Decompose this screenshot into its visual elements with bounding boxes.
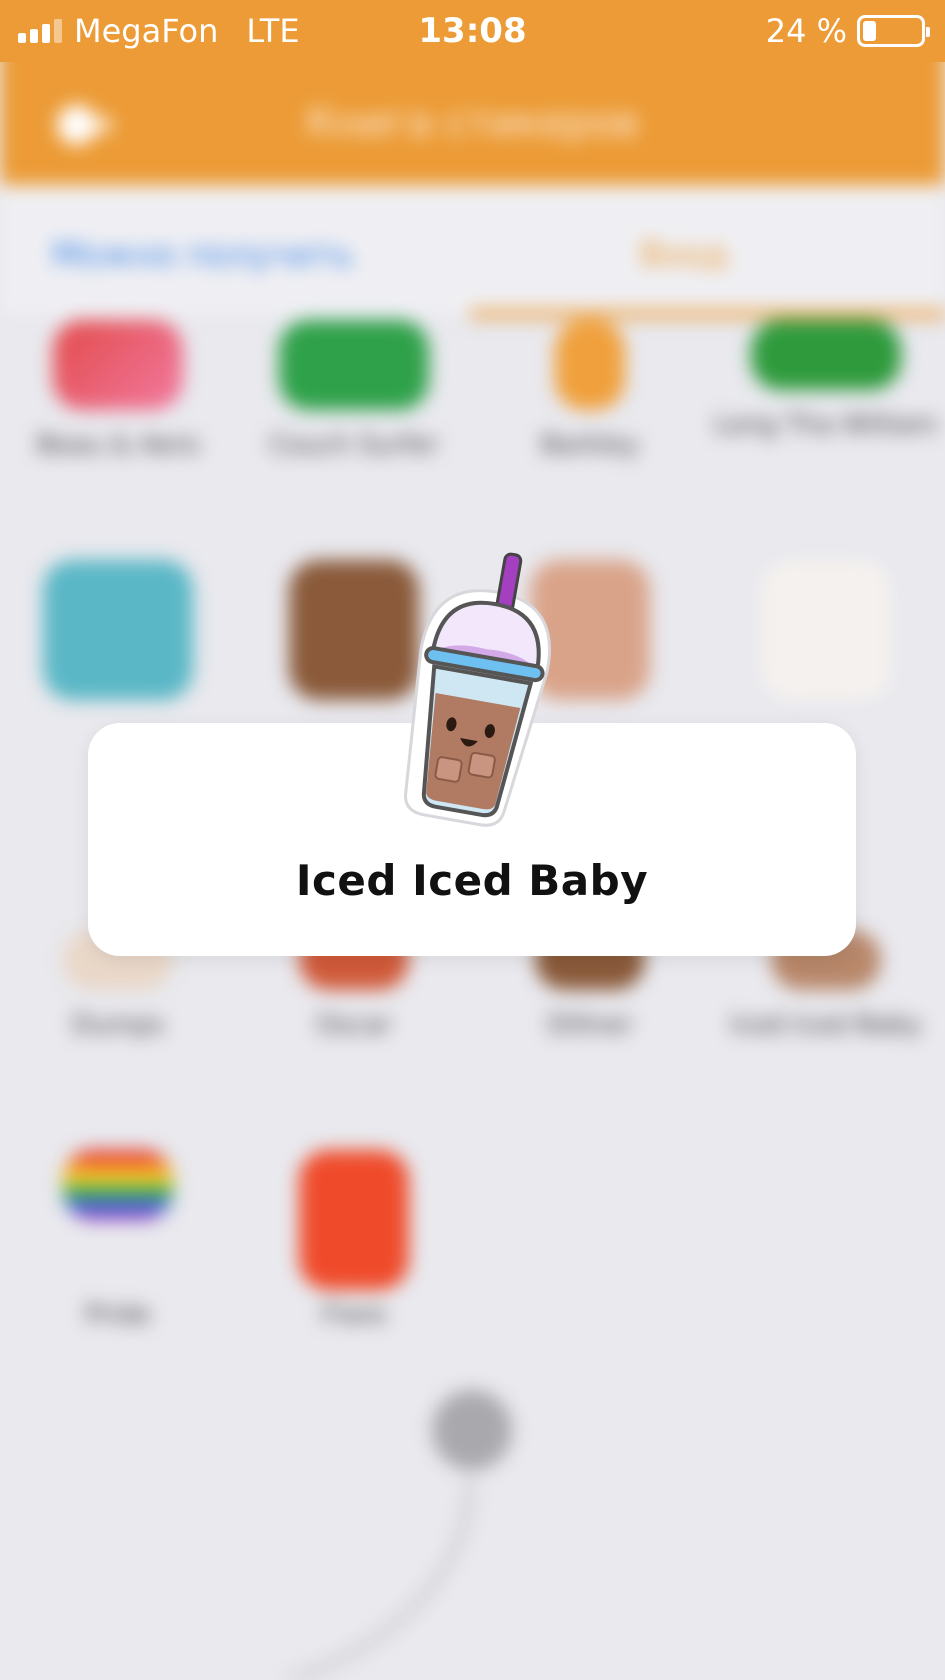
grid-item-label: Oscar bbox=[316, 1010, 392, 1040]
grid-item-label: Flare bbox=[321, 1300, 387, 1330]
grid-item[interactable] bbox=[708, 560, 944, 720]
grid-item-label: Barkley bbox=[540, 430, 640, 460]
grid-item-label: Dumps bbox=[72, 1010, 164, 1040]
page-title: Книга стикеров bbox=[306, 100, 639, 146]
grid-item-label: Beau & Aero bbox=[36, 430, 200, 460]
tab-bar: Можно получить Вход bbox=[0, 185, 945, 318]
status-bar: MegaFon LTE 13:08 24 % bbox=[0, 0, 945, 62]
tab-underline bbox=[470, 310, 945, 318]
grid-item-label: Dillner bbox=[547, 1010, 633, 1040]
grid-item[interactable]: Barkley bbox=[472, 320, 708, 460]
battery-icon bbox=[857, 15, 930, 47]
grid-item[interactable]: Beau & Aero bbox=[0, 320, 236, 460]
progress-node bbox=[432, 1390, 512, 1470]
grid-item[interactable]: Flare bbox=[236, 1150, 472, 1330]
grid-item-label: Long Tha William bbox=[714, 410, 938, 440]
grid-item[interactable]: Couch Surfer bbox=[236, 320, 472, 460]
grid-item[interactable] bbox=[0, 560, 236, 720]
sticker-thumbnail bbox=[299, 1150, 409, 1290]
grid-item-label: Iced Iced Baby bbox=[730, 1010, 922, 1040]
sticker-thumbnail bbox=[53, 320, 183, 410]
sticker-thumbnail bbox=[63, 1150, 173, 1220]
battery-fill bbox=[863, 21, 876, 41]
screen: Книга стикеров Можно получить Вход Beau … bbox=[0, 0, 945, 1680]
tab-entry[interactable]: Вход bbox=[640, 235, 728, 275]
grid-item[interactable]: Long Tha William bbox=[708, 320, 944, 440]
grid-item[interactable]: Pride bbox=[0, 1150, 236, 1330]
sticker-thumbnail bbox=[761, 560, 891, 700]
tab-available[interactable]: Можно получить bbox=[52, 235, 354, 275]
battery-percentage: 24 % bbox=[765, 12, 847, 50]
sticker-thumbnail bbox=[751, 320, 901, 390]
sticker-thumbnail bbox=[279, 320, 429, 410]
iced-coffee-sticker-icon bbox=[404, 552, 551, 827]
grid-item-label: Couch Surfer bbox=[269, 430, 439, 460]
progress-path bbox=[290, 1480, 474, 1680]
sticker-thumbnail bbox=[555, 320, 625, 410]
popup-title: Iced Iced Baby bbox=[295, 856, 649, 905]
sticker-thumbnail bbox=[43, 560, 193, 700]
grid-item-label: Pride bbox=[85, 1300, 151, 1330]
